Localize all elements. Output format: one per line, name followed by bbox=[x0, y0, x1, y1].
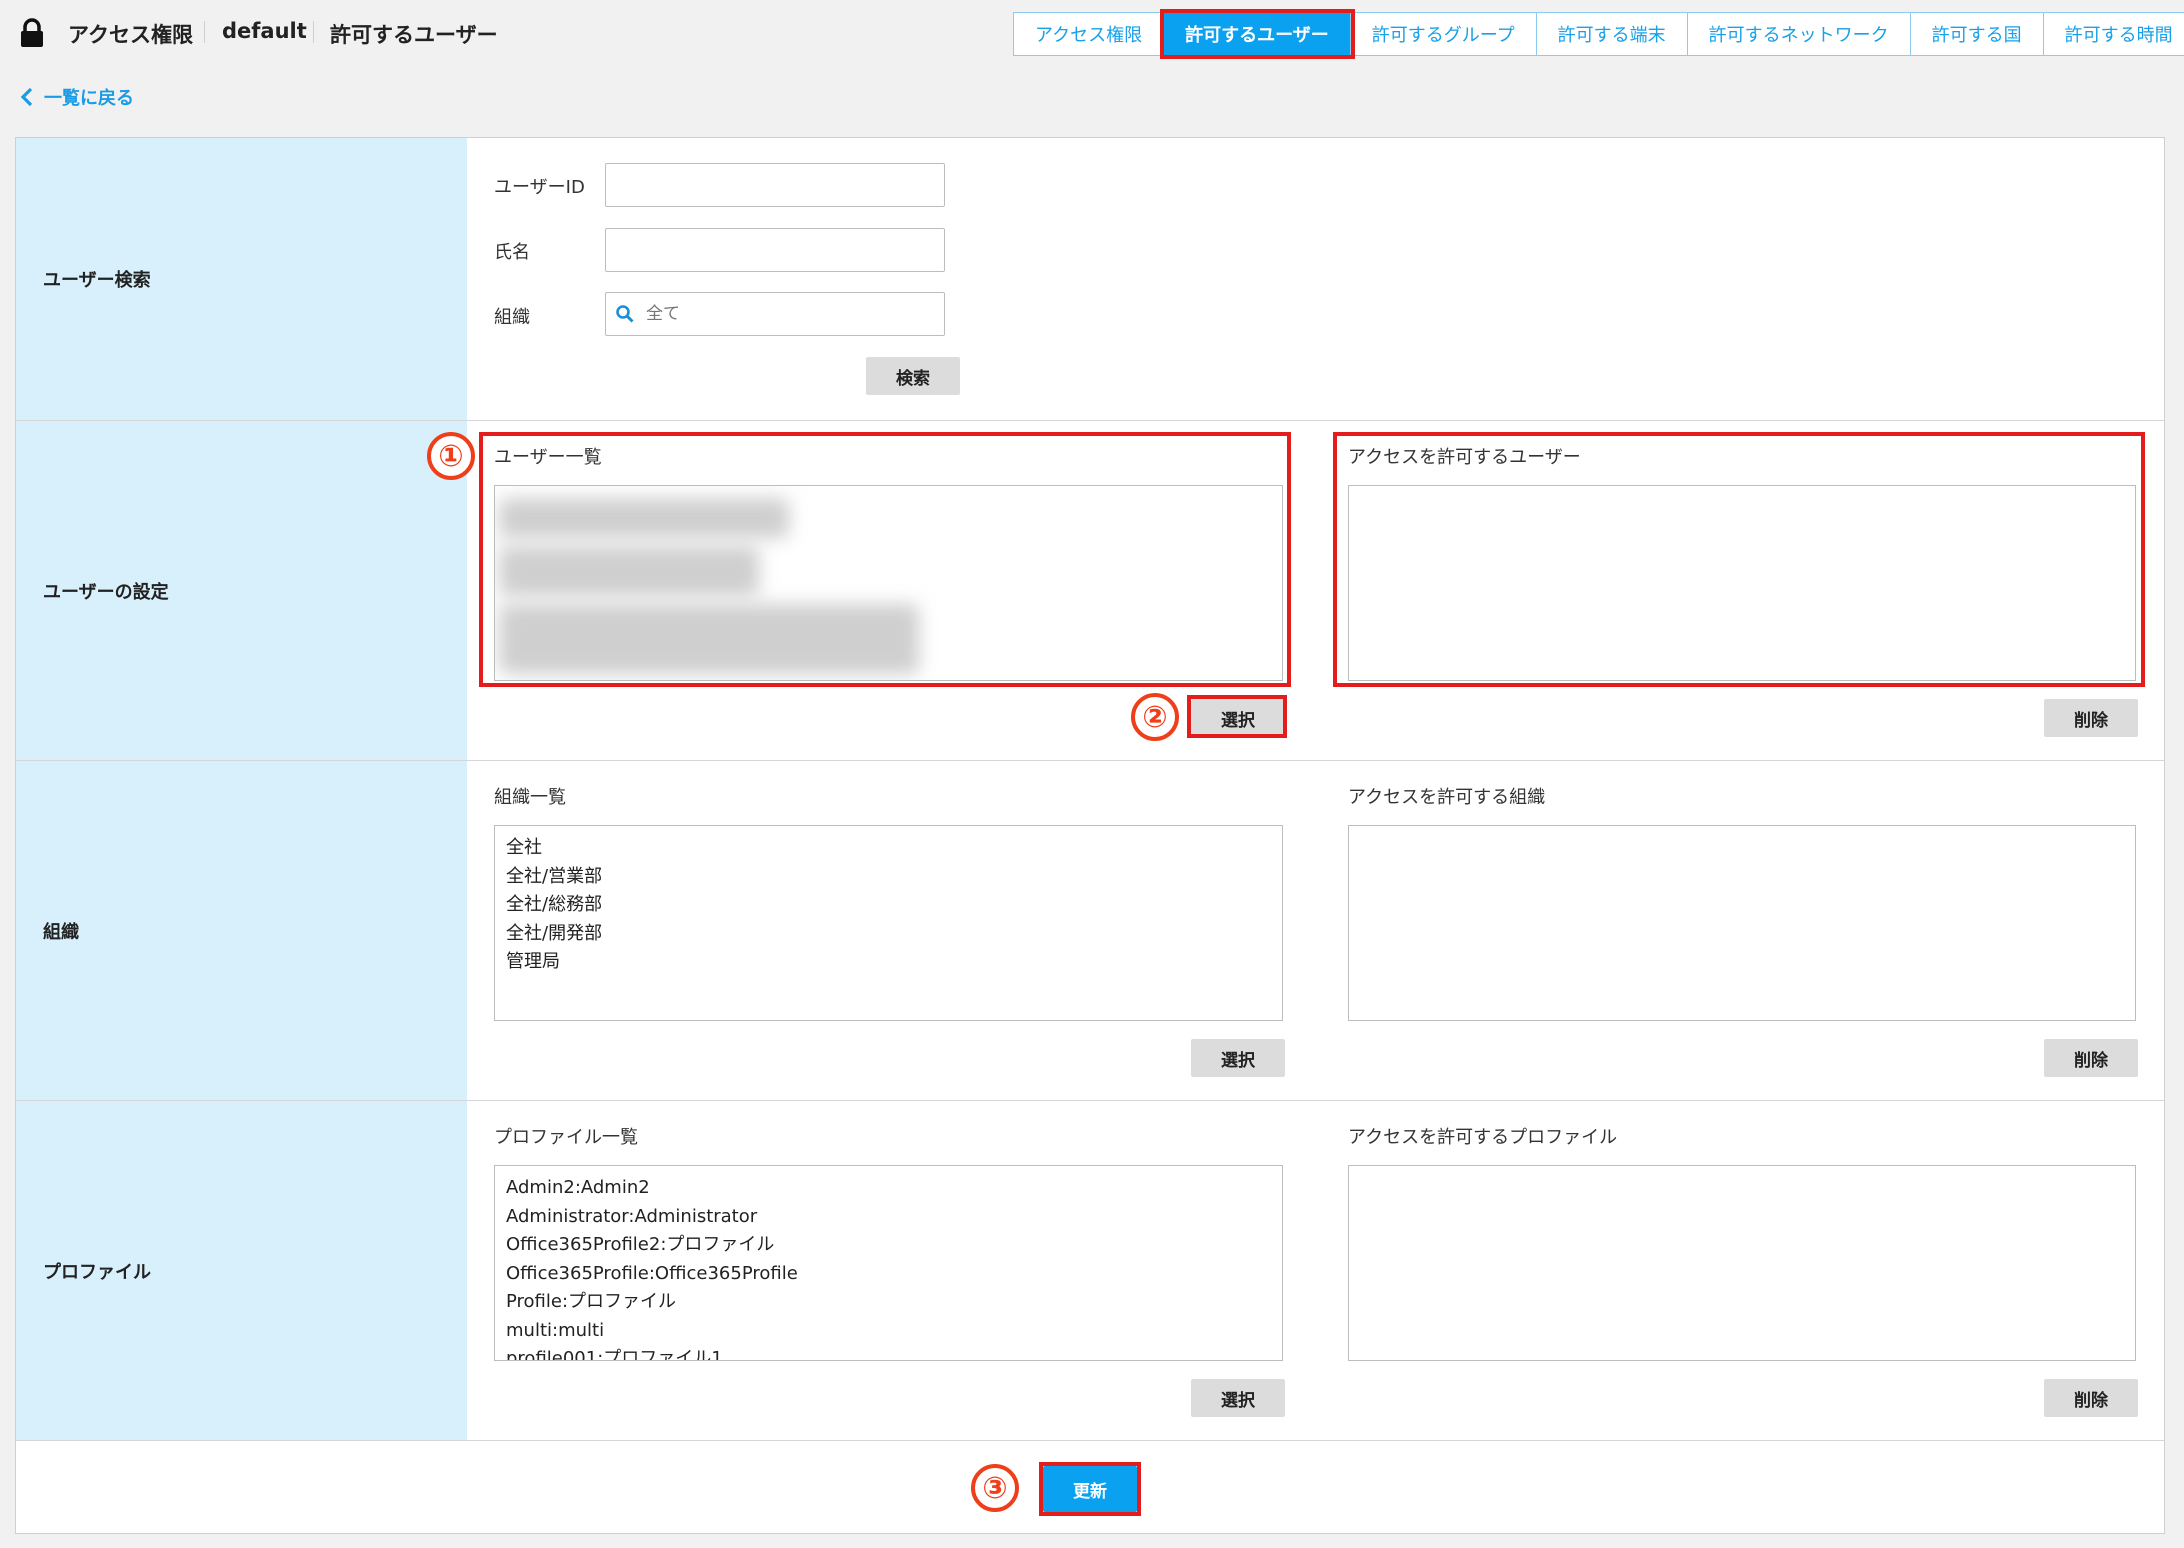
top-bar: アクセス権限 default 許可するユーザー アクセス権限 許可するユーザー … bbox=[0, 0, 2184, 68]
allowed-profiles-box[interactable] bbox=[1348, 1165, 2136, 1361]
org-row-label: 組織 bbox=[16, 761, 467, 1100]
tab-allowed-groups[interactable]: 許可するグループ bbox=[1351, 13, 1537, 55]
user-select-button[interactable]: 選択 bbox=[1191, 699, 1285, 737]
back-to-list-link[interactable]: 一覧に戻る bbox=[20, 84, 134, 110]
blurred-user-entries bbox=[499, 498, 789, 538]
update-footer: 更新 ③ bbox=[16, 1441, 2164, 1533]
chevron-left-icon bbox=[20, 87, 33, 107]
allowed-users-title: アクセスを許可するユーザー bbox=[1348, 447, 1581, 468]
user-list-title: ユーザー一覧 bbox=[494, 447, 602, 468]
section-title: 許可するユーザー bbox=[330, 23, 498, 47]
profile-list-title: プロファイル一覧 bbox=[494, 1127, 638, 1148]
list-item[interactable]: multi:multi bbox=[506, 1317, 1271, 1346]
tab-allowed-networks[interactable]: 許可するネットワーク bbox=[1688, 13, 1911, 55]
org-row: 組織 組織一覧 全社 全社/営業部 全社/総務部 全社/開発部 管理局 選択 ア… bbox=[16, 761, 2164, 1101]
breadcrumb-separator bbox=[313, 21, 314, 43]
list-item[interactable]: 管理局 bbox=[506, 948, 1271, 977]
name-input[interactable] bbox=[605, 228, 945, 272]
user-settings-row: ユーザーの設定 ユーザー一覧 ① 選択 ② アクセスを許可するユーザー 削除 bbox=[16, 421, 2164, 761]
list-item[interactable]: Profile:プロファイル bbox=[506, 1288, 1271, 1317]
allowed-orgs-box[interactable] bbox=[1348, 825, 2136, 1021]
list-item[interactable]: Office365Profile:Office365Profile bbox=[506, 1260, 1271, 1289]
profile-select-button[interactable]: 選択 bbox=[1191, 1379, 1285, 1417]
list-item[interactable]: Admin2:Admin2 bbox=[506, 1174, 1271, 1203]
tab-bar: アクセス権限 許可するユーザー 許可するグループ 許可する端末 許可するネットワ… bbox=[1013, 9, 2184, 59]
list-item[interactable]: 全社/総務部 bbox=[506, 891, 1271, 920]
tab-allowed-devices[interactable]: 許可する端末 bbox=[1537, 13, 1688, 55]
breadcrumb-separator bbox=[204, 21, 205, 43]
profile-row-label: プロファイル bbox=[16, 1101, 467, 1440]
back-link-label: 一覧に戻る bbox=[44, 88, 134, 109]
org-list-box[interactable]: 全社 全社/営業部 全社/総務部 全社/開発部 管理局 bbox=[494, 825, 1283, 1021]
org-list-title: 組織一覧 bbox=[494, 787, 566, 808]
tab-allowed-users[interactable]: 許可するユーザー bbox=[1160, 9, 1355, 59]
name-label: 氏名 bbox=[494, 242, 530, 263]
user-settings-label: ユーザーの設定 bbox=[16, 421, 467, 760]
step-marker-1: ① bbox=[427, 432, 475, 480]
list-item[interactable]: 全社 bbox=[506, 834, 1271, 863]
user-id-label: ユーザーID bbox=[494, 177, 585, 198]
org-search-input[interactable] bbox=[605, 292, 945, 336]
org-row-body: 組織一覧 全社 全社/営業部 全社/総務部 全社/開発部 管理局 選択 アクセス… bbox=[467, 761, 2164, 1100]
user-search-row: ユーザー検索 ユーザーID 氏名 組織 検索 bbox=[16, 138, 2164, 421]
user-search-label: ユーザー検索 bbox=[16, 138, 467, 420]
tab-allowed-countries[interactable]: 許可する国 bbox=[1911, 13, 2044, 55]
profile-delete-button[interactable]: 削除 bbox=[2044, 1379, 2138, 1417]
allowed-users-box[interactable] bbox=[1348, 485, 2136, 681]
policy-name: default bbox=[222, 19, 307, 43]
user-search-body: ユーザーID 氏名 組織 検索 bbox=[467, 138, 2164, 420]
profile-row: プロファイル プロファイル一覧 Admin2:Admin2 Administra… bbox=[16, 1101, 2164, 1441]
user-id-input[interactable] bbox=[605, 163, 945, 207]
allowed-profiles-title: アクセスを許可するプロファイル bbox=[1348, 1127, 1618, 1148]
user-list-box[interactable] bbox=[494, 485, 1283, 681]
page-title: アクセス権限 bbox=[68, 23, 193, 47]
org-delete-button[interactable]: 削除 bbox=[2044, 1039, 2138, 1077]
lock-icon bbox=[21, 18, 43, 47]
tab-allowed-times[interactable]: 許可する時間 bbox=[2044, 13, 2184, 55]
settings-panel: ユーザー検索 ユーザーID 氏名 組織 検索 ユーザーの設定 ユーザー一覧 bbox=[15, 137, 2165, 1534]
list-item[interactable]: 全社/営業部 bbox=[506, 863, 1271, 892]
search-icon bbox=[616, 305, 634, 323]
search-button[interactable]: 検索 bbox=[866, 357, 960, 395]
user-delete-button[interactable]: 削除 bbox=[2044, 699, 2138, 737]
step-marker-3: ③ bbox=[971, 1464, 1019, 1512]
profile-list-box[interactable]: Admin2:Admin2 Administrator:Administrato… bbox=[494, 1165, 1283, 1361]
update-button[interactable]: 更新 bbox=[1043, 1466, 1137, 1512]
org-select-button[interactable]: 選択 bbox=[1191, 1039, 1285, 1077]
user-settings-body: ユーザー一覧 ① 選択 ② アクセスを許可するユーザー 削除 bbox=[427, 421, 2164, 760]
list-item[interactable]: Administrator:Administrator bbox=[506, 1203, 1271, 1232]
blurred-user-entries bbox=[499, 546, 759, 596]
blurred-user-entries bbox=[499, 604, 919, 674]
list-item[interactable]: Office365Profile2:プロファイル bbox=[506, 1231, 1271, 1260]
profile-row-body: プロファイル一覧 Admin2:Admin2 Administrator:Adm… bbox=[467, 1101, 2164, 1440]
org-label: 組織 bbox=[494, 307, 530, 328]
list-item[interactable]: 全社/開発部 bbox=[506, 920, 1271, 949]
step-marker-2: ② bbox=[1131, 693, 1179, 741]
list-item[interactable]: profile001:プロファイル1 bbox=[506, 1345, 1271, 1360]
tab-access-rights[interactable]: アクセス権限 bbox=[1014, 13, 1165, 55]
allowed-orgs-title: アクセスを許可する組織 bbox=[1348, 787, 1546, 808]
